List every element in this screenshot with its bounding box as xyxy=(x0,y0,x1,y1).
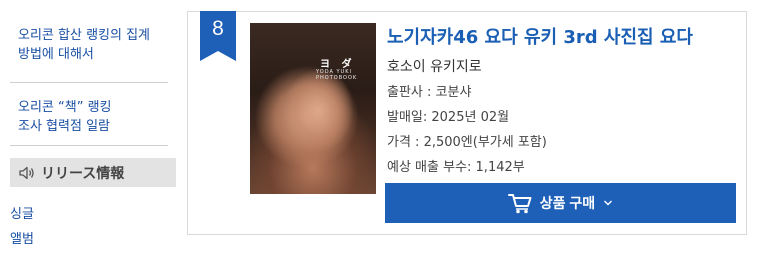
book-estimated-sales: 예상 매출 부수: 1,142부 xyxy=(387,160,525,175)
rank-badge: 8 xyxy=(200,11,236,61)
buy-product-button[interactable]: 상품 구매 xyxy=(385,183,736,223)
book-ranking-stores-link-line1: 오리콘 “책” 랭킹 xyxy=(18,100,112,115)
book-cover-image[interactable]: ヨ ダ YODA YUKI PHOTOBOOK xyxy=(250,23,376,194)
albums-link[interactable]: 앨범 xyxy=(10,228,34,247)
book-title-link[interactable]: 노기자카46 요다 유키 3rd 사진집 요다 xyxy=(387,23,693,49)
ranking-method-link[interactable]: 오리콘 합산 랭킹의 집계 방법에 대해서 xyxy=(18,26,150,64)
cover-title: ヨ ダ xyxy=(320,59,356,70)
ranking-method-link-line2: 방법에 대해서 xyxy=(18,47,94,62)
sidebar-divider xyxy=(10,82,168,83)
cart-icon xyxy=(507,194,532,214)
book-release-date: 발매일: 2025년 02월 xyxy=(387,110,510,125)
buy-button-label: 상품 구매 xyxy=(539,195,596,211)
book-author: 호소이 유키지로 xyxy=(387,59,482,75)
rank-number: 8 xyxy=(212,17,224,40)
book-ranking-stores-link[interactable]: 오리콘 “책” 랭킹 조사 협력점 일람 xyxy=(18,98,112,136)
sidebar-divider xyxy=(10,145,168,146)
release-info-title: リリース情報 xyxy=(41,165,125,182)
cover-subtitle: YODA YUKI PHOTOBOOK xyxy=(316,69,358,81)
release-info-header: リリース情報 xyxy=(10,158,176,187)
ranking-method-link-line1: 오리콘 합산 랭킹의 집계 xyxy=(18,28,150,43)
ranking-item-card: 8 ヨ ダ YODA YUKI PHOTOBOOK 노기자카46 요다 유키 3… xyxy=(187,11,747,235)
chevron-down-icon xyxy=(604,200,613,206)
sidebar: 오리콘 합산 랭킹의 집계 방법에 대해서 오리콘 “책” 랭킹 조사 협력점 … xyxy=(0,0,180,254)
book-publisher: 출판사 : 코분샤 xyxy=(387,85,472,100)
book-price: 가격 : 2,500엔(부가세 포함) xyxy=(387,135,547,150)
singles-link[interactable]: 싱글 xyxy=(10,203,34,222)
speaker-icon xyxy=(19,166,34,179)
book-ranking-stores-link-line2: 조사 협력점 일람 xyxy=(18,119,110,134)
